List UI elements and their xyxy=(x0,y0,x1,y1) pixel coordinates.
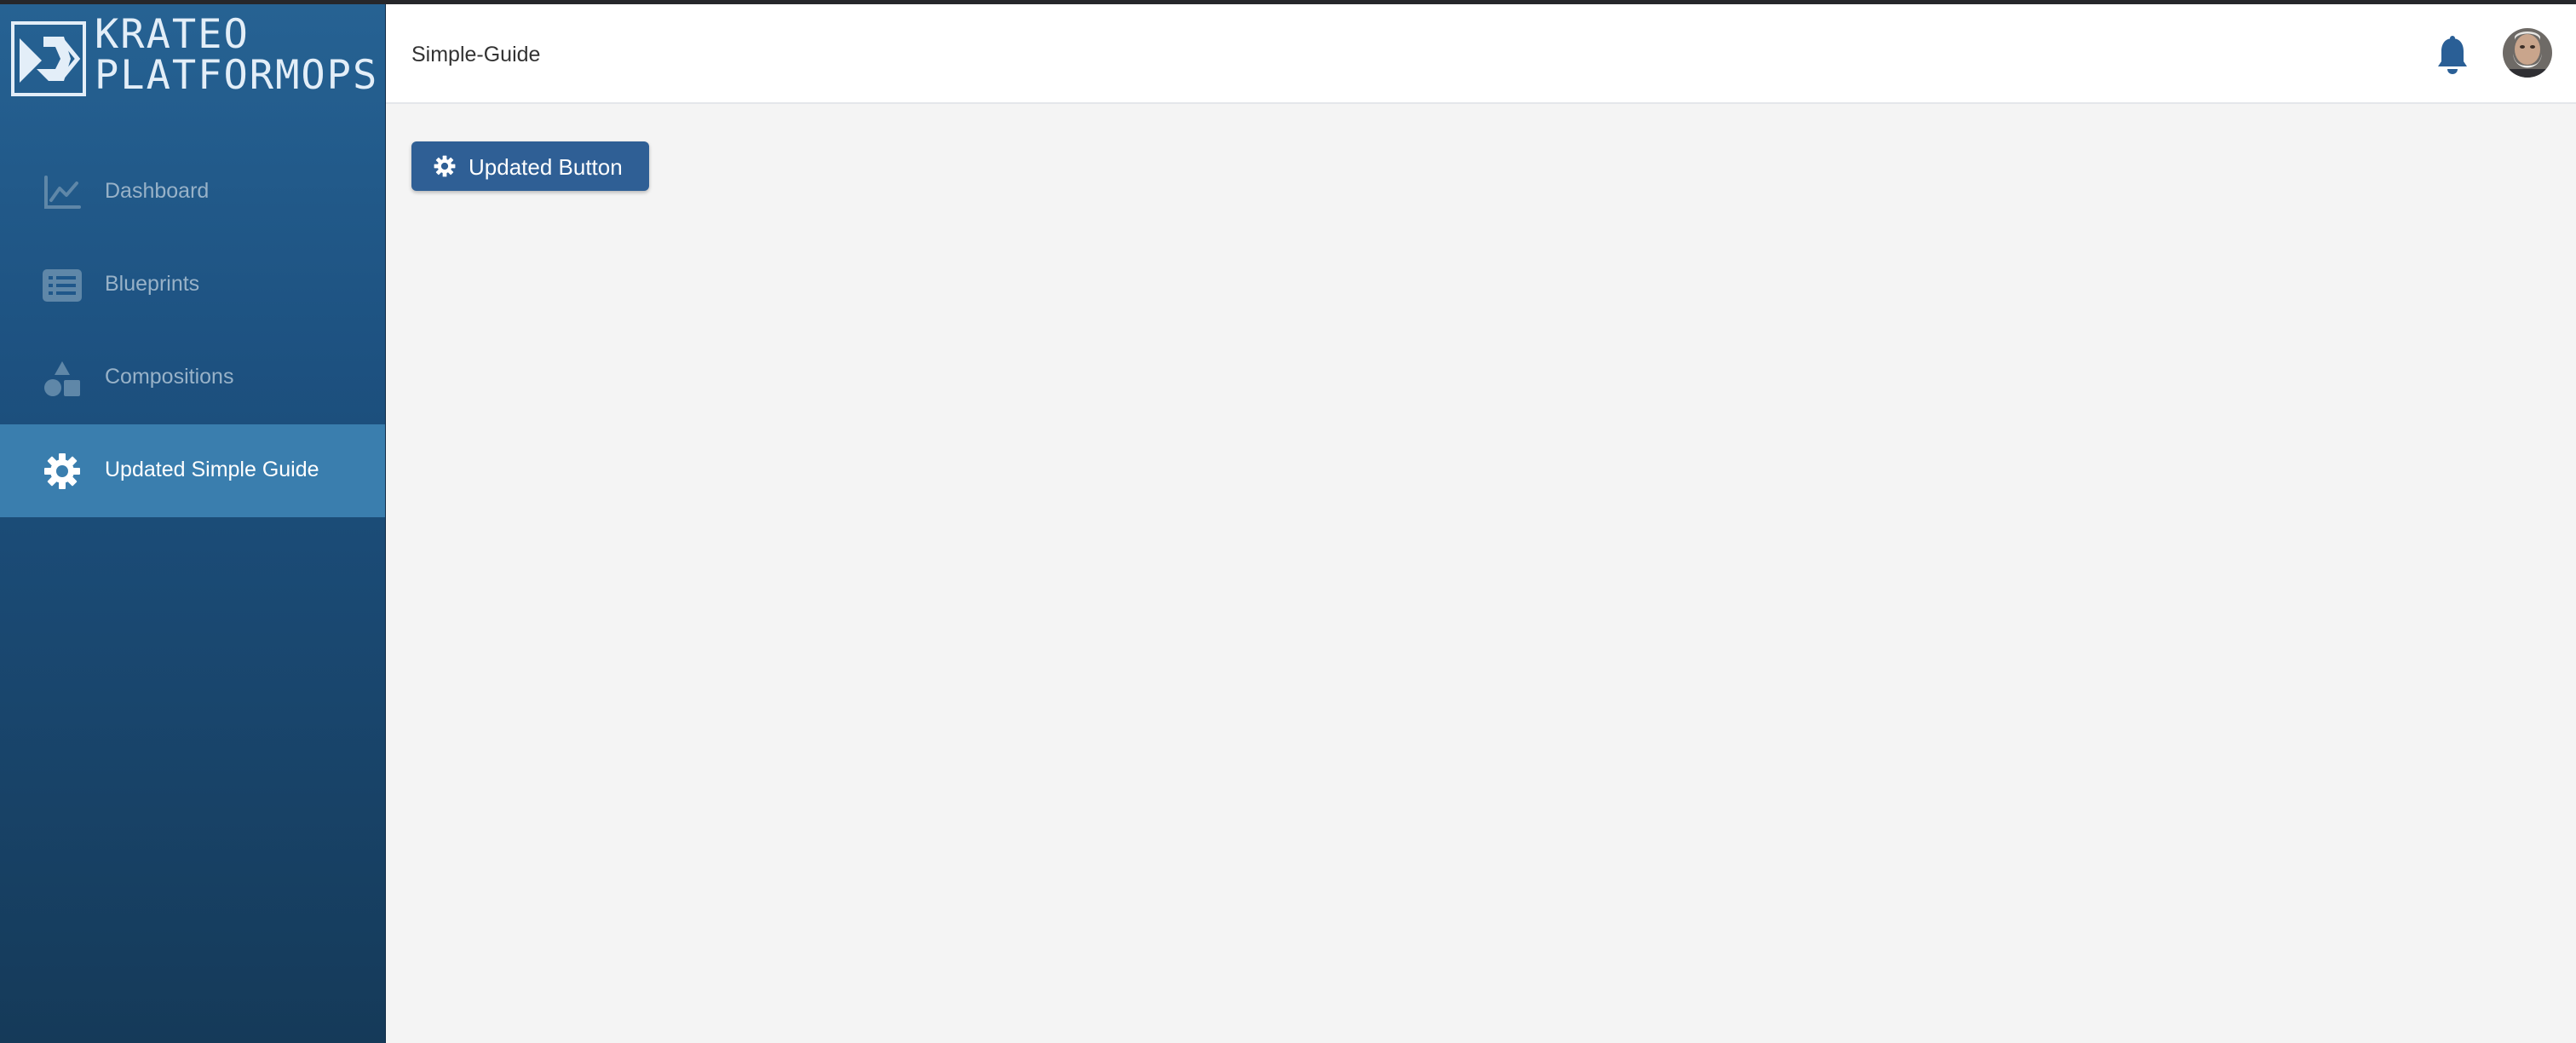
sidebar-item-label: Updated Simple Guide xyxy=(105,458,319,481)
page-title: Simple-Guide xyxy=(411,43,541,66)
brand-line-1: KRATEO xyxy=(95,11,250,58)
sidebar: KRATEO PLATFORMOPS Dashboard Blueprints … xyxy=(0,4,386,1043)
brand-logo[interactable]: KRATEO PLATFORMOPS xyxy=(11,11,377,100)
gear-icon xyxy=(43,452,82,490)
sidebar-item-blueprints[interactable]: Blueprints xyxy=(0,239,385,331)
top-header: Simple-Guide xyxy=(386,4,2576,104)
sidebar-item-label: Blueprints xyxy=(105,272,200,296)
krateo-logo-icon xyxy=(11,21,86,96)
sidebar-item-dashboard[interactable]: Dashboard xyxy=(0,146,385,239)
window-top-strip xyxy=(0,0,2576,4)
bell-icon[interactable] xyxy=(2435,36,2470,75)
brand-line-2: PLATFORMOPS xyxy=(95,52,379,99)
sidebar-item-label: Dashboard xyxy=(105,179,210,203)
updated-button-label: Updated Button xyxy=(469,154,623,180)
updated-button[interactable]: Updated Button xyxy=(411,141,649,191)
list-icon xyxy=(43,267,82,304)
shapes-icon xyxy=(43,360,82,397)
sidebar-item-label: Compositions xyxy=(105,365,234,389)
main-content: Updated Button xyxy=(386,104,2576,1043)
line-chart-icon xyxy=(43,174,82,211)
brand-name: KRATEO PLATFORMOPS xyxy=(95,14,378,96)
sidebar-nav: Dashboard Blueprints Compositions Update… xyxy=(0,146,385,517)
user-avatar[interactable] xyxy=(2503,28,2552,78)
gear-icon xyxy=(434,155,456,177)
sidebar-item-updated-simple-guide[interactable]: Updated Simple Guide xyxy=(0,424,385,517)
sidebar-item-compositions[interactable]: Compositions xyxy=(0,331,385,424)
